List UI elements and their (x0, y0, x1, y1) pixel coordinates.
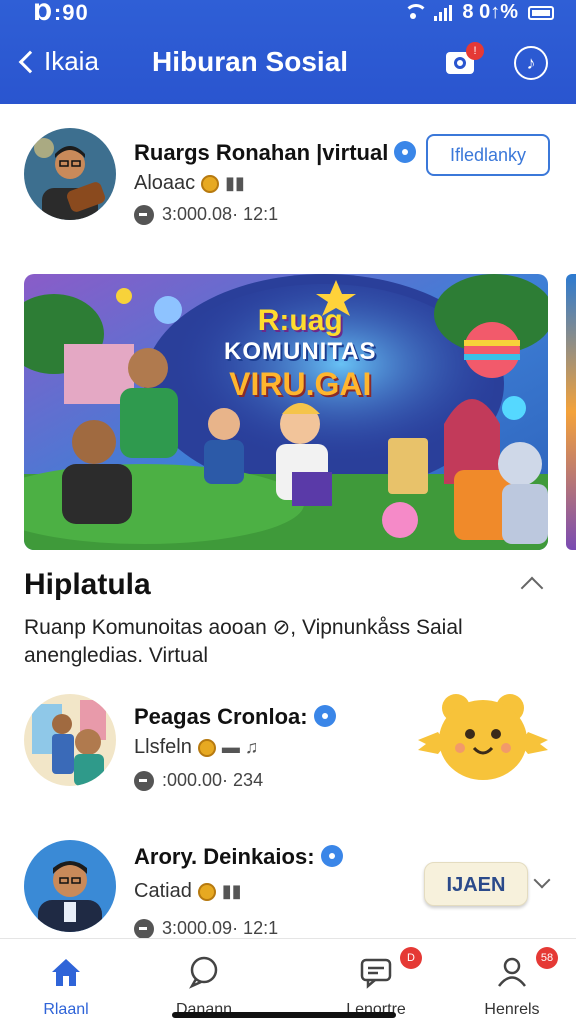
status-icons: 8 0↑% (402, 1, 554, 24)
camera-lens (454, 57, 466, 69)
gift-icon: ▮▮ (225, 173, 245, 193)
profile-sub-text: Catiad (134, 880, 192, 902)
profile-name-text: Peagas Cronloa: (134, 704, 308, 729)
profile-sub-text: Aloaac (134, 172, 196, 194)
message-icon (360, 958, 392, 989)
avatar[interactable] (24, 840, 116, 932)
coin-icon (197, 882, 216, 901)
clock-icon (134, 918, 154, 939)
profile-name: Ruargs Ronahan |virtual (134, 140, 417, 166)
profile-name-text: Arory. Deinkaios: (134, 844, 315, 869)
chat-bubble-icon (189, 956, 218, 989)
battery-icon (528, 5, 554, 20)
profile-name: Peagas Cronloa: (134, 704, 336, 730)
nav-badge-messages: D (400, 947, 422, 969)
profile-name-text: Ruargs Ronahan |virtual (134, 140, 389, 165)
nav-item-profile[interactable]: 58 Henrels (462, 939, 562, 1024)
music-button[interactable]: ♪ (514, 46, 548, 80)
chevron-left-icon (18, 50, 42, 73)
music-note-icon: ♪ (526, 53, 536, 73)
banner-title: R:uag KOMUNITAS VIRU.GAI (224, 304, 377, 403)
home-icon (52, 959, 80, 986)
avatar[interactable] (24, 128, 116, 220)
collapse-chevron-icon[interactable] (520, 576, 544, 600)
clock-icon (134, 770, 154, 791)
app-header: Ɒ:90 8 0↑% Ikaia Hiburan Sosial ! ♪ (0, 0, 576, 104)
status-bar: Ɒ:90 8 0↑% (0, 0, 576, 26)
camera-badge: ! (466, 42, 484, 60)
follow-button[interactable]: Ifledlanky (426, 134, 550, 176)
join-button[interactable]: IJAEN (424, 862, 528, 906)
profile-sub: Llsfeln ▬ ♫ (134, 736, 258, 759)
gift-icon: ▮▮ (221, 881, 242, 901)
page-title: Hiburan Sosial (152, 46, 349, 77)
wifi-icon (402, 3, 429, 22)
profile-icon (498, 957, 526, 987)
profile-meta: 3:000.08· 12:1 (134, 204, 278, 225)
coin-icon (201, 174, 220, 193)
nav-label-home: Rlaanl (43, 1001, 89, 1018)
nav-item-home[interactable]: Rlaanl (16, 939, 116, 1024)
nav-badge-profile: 58 (536, 947, 558, 969)
profile-meta: 3:000.09· 12:1 (134, 918, 278, 939)
profile-meta: :000.00· 234 (134, 770, 263, 791)
banner-line-1: R:uag (257, 304, 343, 337)
profile-meta-text: :000.00· 234 (162, 770, 264, 790)
next-banner-peek[interactable] (566, 274, 576, 550)
signal-icon (434, 4, 453, 21)
coin-icon (197, 738, 216, 757)
camera-button[interactable]: ! (444, 42, 484, 74)
bear-mascot-icon (416, 694, 550, 784)
avatar[interactable] (24, 694, 116, 786)
back-button[interactable]: Ikaia (16, 46, 99, 77)
verified-badge-icon (394, 141, 417, 163)
status-time: Ɒ:90 (34, 0, 89, 25)
verified-badge-icon (320, 845, 343, 867)
profile-meta-text: 3:000.09· 12:1 (162, 918, 279, 938)
section-title: Hiplatula (24, 568, 151, 601)
profile-sub: Aloaac ▮▮ (134, 172, 245, 195)
community-banner[interactable]: R:uag KOMUNITAS VIRU.GAI (24, 274, 548, 550)
banner-line-2: KOMUNITAS (224, 338, 377, 365)
section-description: Ruanp Komunoitas aooan ⊘, Vipnunkåss Sai… (24, 616, 463, 667)
music-icon: ▬ ♫ (221, 737, 259, 757)
profile-sub-text: Llsfeln (134, 736, 192, 758)
battery-text: 8 0↑% (462, 1, 518, 23)
verified-badge-icon (313, 705, 336, 727)
home-indicator[interactable] (172, 1012, 396, 1018)
profile-name: Arory. Deinkaios: (134, 844, 343, 870)
back-label: Ikaia (44, 46, 99, 76)
banner-line-3: VIRU.GAI (229, 366, 372, 402)
nav-label-profile: Henrels (484, 1001, 540, 1018)
clock-icon (134, 204, 154, 225)
profile-sub: Catiad ▮▮ (134, 880, 242, 903)
profile-meta-text: 3:000.08· 12:1 (162, 204, 279, 224)
